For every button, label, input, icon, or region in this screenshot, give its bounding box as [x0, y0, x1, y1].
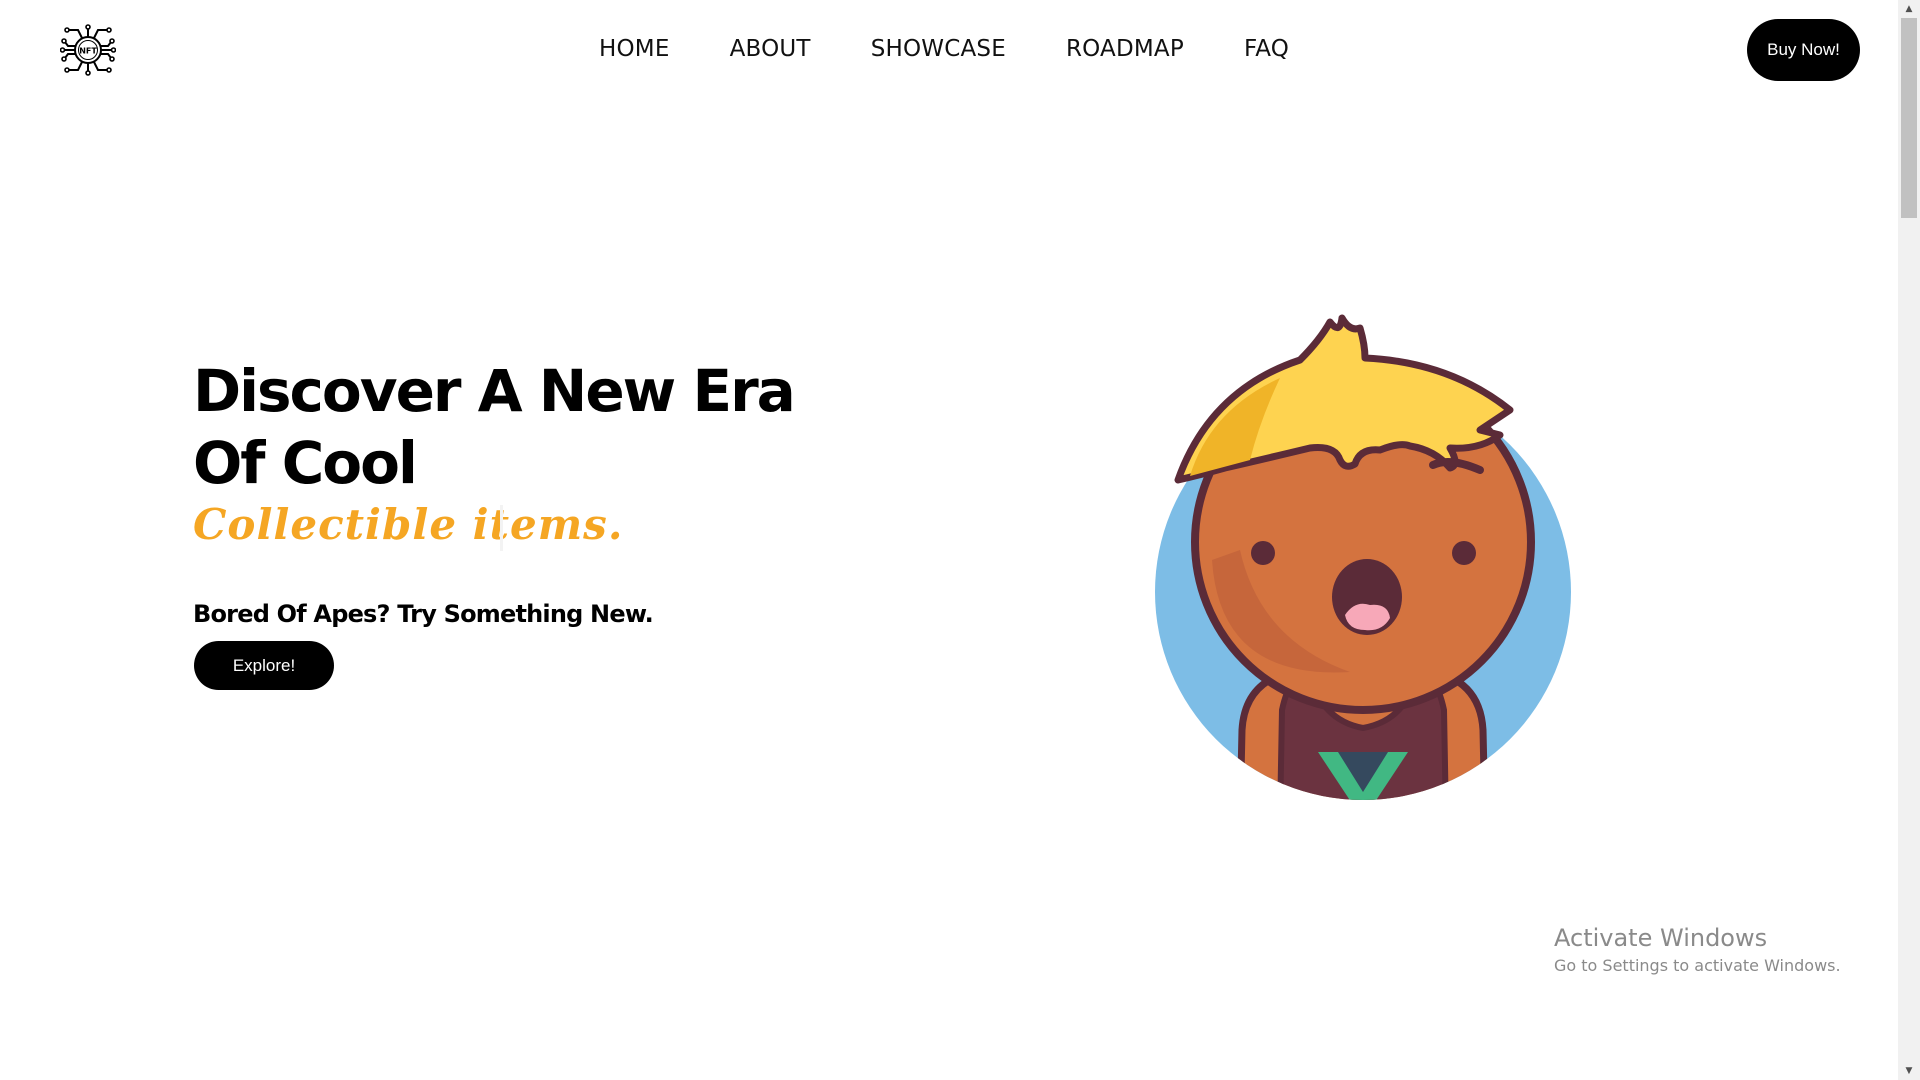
explore-button[interactable]: Explore!: [194, 641, 334, 690]
nft-avatar-illustration: [1155, 314, 1571, 800]
scroll-down-arrow-icon[interactable]: ▼: [1898, 1062, 1920, 1080]
page: NFT HOME ABOUT SHOWCASE ROADMAP FAQ Buy …: [0, 0, 1920, 1080]
logo-text: NFT: [79, 47, 97, 56]
nav-showcase[interactable]: SHOWCASE: [871, 36, 1006, 62]
nav-roadmap[interactable]: ROADMAP: [1066, 36, 1184, 62]
watermark-title: Activate Windows: [1554, 924, 1768, 952]
hero-title: Discover A New Era Of Cool: [193, 357, 796, 497]
nft-logo-icon[interactable]: NFT: [60, 22, 116, 78]
typewriter-caret: [500, 505, 503, 551]
hero-subtitle-typewriter: Collectible items.: [193, 500, 624, 549]
nav-home[interactable]: HOME: [599, 36, 670, 62]
nav-about[interactable]: ABOUT: [730, 36, 811, 62]
buy-now-button[interactable]: Buy Now!: [1747, 19, 1860, 81]
nav-list: HOME ABOUT SHOWCASE ROADMAP FAQ: [599, 36, 1289, 62]
activate-windows-watermark: Activate Windows Go to Settings to activ…: [1554, 924, 1841, 975]
nav-faq[interactable]: FAQ: [1244, 36, 1289, 62]
watermark-subtitle: Go to Settings to activate Windows.: [1554, 956, 1841, 975]
scrollbar-thumb[interactable]: [1901, 18, 1917, 218]
scroll-up-arrow-icon[interactable]: ▲: [1898, 0, 1920, 18]
vertical-scrollbar[interactable]: ▲ ▼: [1898, 0, 1920, 1080]
hero-tagline: Bored Of Apes? Try Something New.: [193, 600, 654, 628]
